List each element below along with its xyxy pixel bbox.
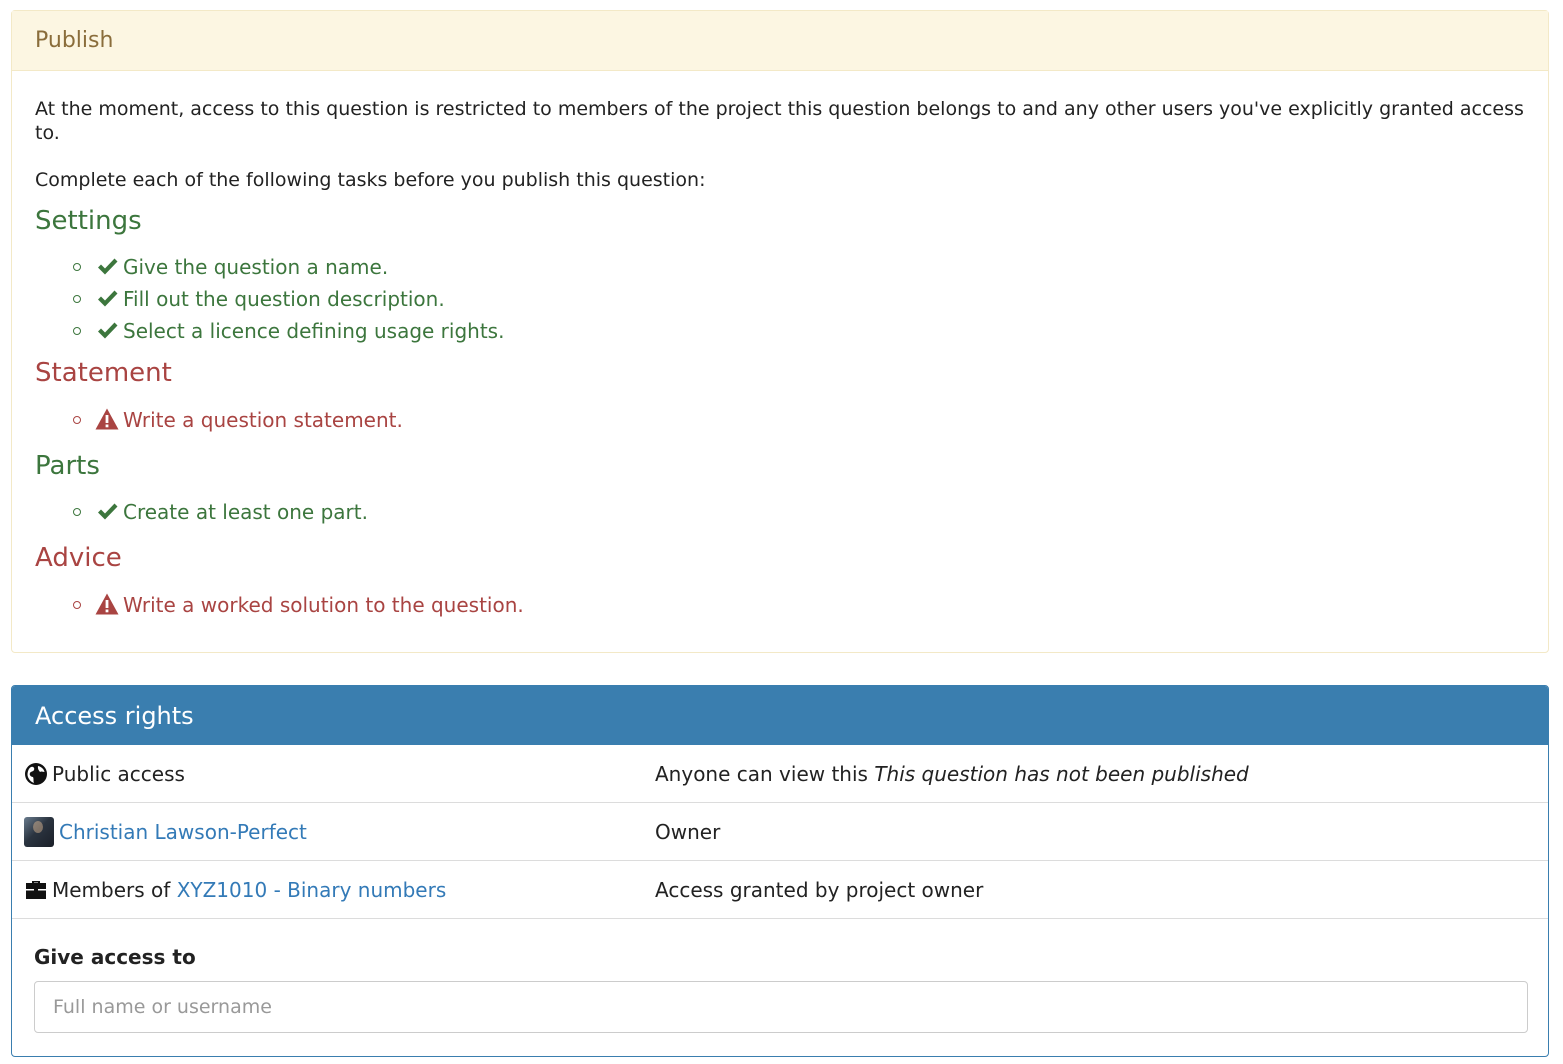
warning-icon	[95, 408, 119, 430]
task-text: Give the question a name.	[123, 255, 389, 279]
bullet	[73, 295, 81, 303]
not-published-note: This question has not been published	[874, 761, 1249, 786]
project-access-desc: Access granted by project owner	[655, 877, 984, 902]
bullet	[73, 508, 81, 516]
section-settings: Settings Give the question a name. Fill …	[35, 205, 1525, 347]
task-list: Give the question a name. Fill out the q…	[35, 251, 1525, 347]
task-item: Select a licence defining usage rights.	[35, 315, 1525, 347]
access-rights-panel: Access rights Public access Anyone can v…	[11, 685, 1549, 1057]
task-item: Fill out the question description.	[35, 283, 1525, 315]
section-parts: Parts Create at least one part.	[35, 450, 1525, 528]
warning-icon	[95, 593, 119, 615]
public-access-label: Public access	[52, 761, 185, 786]
access-row-project: Members of XYZ1010 - Binary numbers Acce…	[12, 861, 1548, 919]
publish-panel: Publish At the moment, access to this qu…	[11, 10, 1549, 653]
access-rights-title: Access rights	[12, 686, 1548, 745]
globe-icon	[25, 762, 47, 785]
task-sections: Settings Give the question a name. Fill …	[35, 205, 1525, 621]
check-icon	[98, 290, 118, 307]
project-link[interactable]: XYZ1010 - Binary numbers	[177, 878, 447, 902]
section-title: Statement	[35, 358, 172, 388]
task-text: Create at least one part.	[123, 500, 368, 524]
task-list: Write a question statement.	[35, 404, 1525, 436]
task-text: Write a worked solution to the question.	[123, 593, 524, 617]
check-icon	[98, 322, 118, 339]
access-row-owner: Christian Lawson-Perfect Owner	[12, 803, 1548, 861]
task-text: Select a licence defining usage rights.	[123, 319, 505, 343]
task-item: Write a question statement.	[35, 404, 1525, 436]
bullet	[73, 601, 81, 609]
section-statement: Statement Write a question statement.	[35, 357, 1525, 436]
briefcase-icon	[26, 880, 46, 899]
public-access-desc-text: Anyone can view this	[655, 761, 868, 786]
members-of-label: Members of	[52, 877, 171, 902]
avatar	[24, 816, 54, 847]
give-access-input[interactable]	[34, 981, 1528, 1033]
tasks-intro: Complete each of the following tasks bef…	[35, 169, 706, 191]
section-title: Settings	[35, 206, 142, 236]
publish-panel-title: Publish	[12, 11, 1548, 71]
owner-user-link[interactable]: Christian Lawson-Perfect	[59, 820, 307, 844]
task-text: Fill out the question description.	[123, 287, 445, 311]
access-restriction-note: At the moment, access to this question i…	[35, 98, 1524, 144]
bullet	[73, 416, 81, 424]
task-item: Create at least one part.	[35, 496, 1525, 528]
section-advice: Advice Write a worked solution to the qu…	[35, 542, 1525, 621]
public-access-desc: Anyone can view this This question has n…	[655, 762, 1249, 786]
owner-access-desc: Owner	[655, 819, 721, 844]
give-access-label: Give access to	[34, 945, 196, 969]
task-text: Write a question statement.	[123, 408, 403, 432]
section-title: Advice	[35, 543, 122, 573]
access-row-public: Public access Anyone can view this This …	[12, 745, 1548, 803]
section-title: Parts	[35, 451, 100, 481]
task-item: Write a worked solution to the question.	[35, 589, 1525, 621]
bullet	[73, 263, 81, 271]
task-list: Write a worked solution to the question.	[35, 589, 1525, 621]
task-item: Give the question a name.	[35, 251, 1525, 283]
task-list: Create at least one part.	[35, 496, 1525, 528]
check-icon	[98, 503, 118, 520]
bullet	[73, 327, 81, 335]
check-icon	[98, 258, 118, 275]
give-access-form: Give access to	[12, 943, 1548, 1033]
